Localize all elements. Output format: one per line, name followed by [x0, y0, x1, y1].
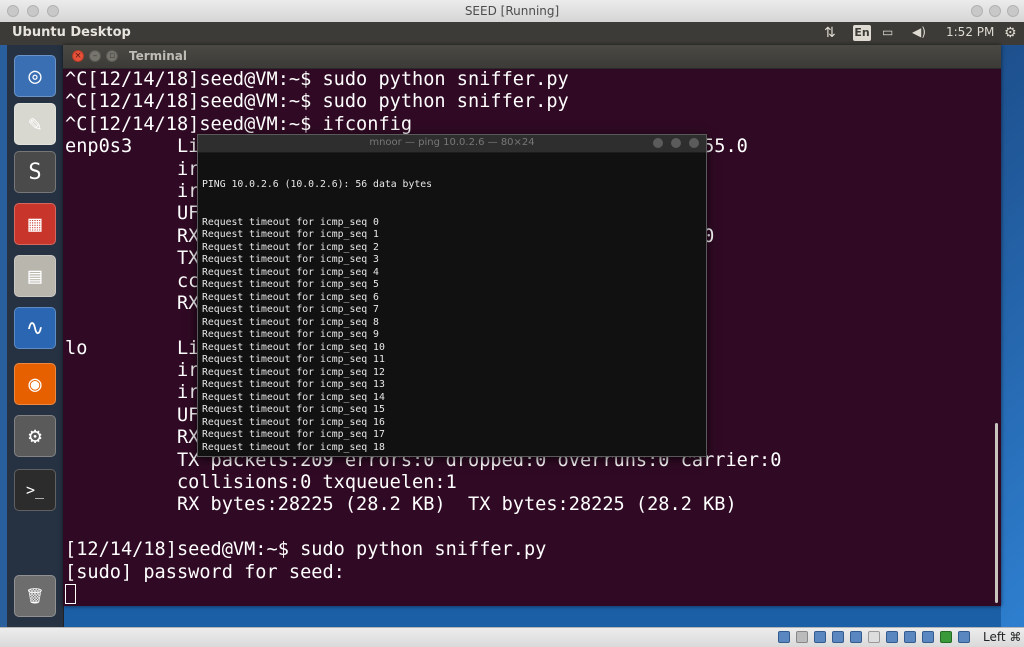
shared-folders-icon[interactable]: [868, 631, 880, 643]
terminal-line: ^C[12/14/18]seed@VM:~$ sudo python sniff…: [65, 91, 569, 113]
ping-header-line: PING 10.0.2.6 (10.0.2.6): 56 data bytes: [202, 179, 433, 190]
video-capture-icon[interactable]: [904, 631, 916, 643]
ping-line: Request timeout for icmp_seq 1: [202, 229, 379, 240]
ghex-icon[interactable]: ▦: [14, 203, 56, 245]
ping-line: Request timeout for icmp_seq 11: [202, 354, 385, 365]
keyboard-language-indicator[interactable]: En: [853, 25, 871, 41]
vm-window-title: SEED [Running]: [464, 4, 560, 18]
terminal-titlebar[interactable]: × – ▫ Terminal: [63, 45, 1001, 69]
vm-window-titlebar[interactable]: SEED [Running]: [0, 0, 1024, 23]
ping-line: Request timeout for icmp_seq 2: [202, 241, 379, 253]
ping-line: Request timeout for icmp_seq 18: [202, 441, 385, 453]
battery-icon[interactable]: ▭: [882, 25, 893, 39]
terminal-line: ^C[12/14/18]seed@VM:~$ sudo python sniff…: [65, 69, 569, 90]
panel-title: Ubuntu Desktop: [12, 25, 131, 40]
ping-line: Request timeout for icmp_seq 3: [202, 254, 379, 265]
terminal-icon[interactable]: >_: [14, 469, 56, 511]
ping-line: Request timeout for icmp_seq 16: [202, 416, 385, 428]
ping-line: Request timeout for icmp_seq 17: [202, 429, 385, 440]
terminal-title: Terminal: [129, 49, 188, 63]
terminal-scrollbar[interactable]: [995, 423, 998, 603]
ubuntu-dash-icon[interactable]: ◎: [14, 55, 56, 97]
session-gear-icon[interactable]: ⚙: [1004, 25, 1017, 41]
terminal-minimize-button[interactable]: –: [89, 50, 101, 62]
terminal-prompt-line: [65, 583, 985, 604]
volume-icon[interactable]: ◀): [912, 25, 926, 39]
desktop-background-left: [0, 45, 7, 627]
virtualization-icon[interactable]: [940, 631, 952, 643]
system-settings-icon[interactable]: ⚙: [14, 415, 56, 457]
cpu-icon[interactable]: [922, 631, 934, 643]
terminal-line: [12/14/18]seed@VM:~$ sudo python sniffer…: [65, 539, 547, 561]
optical-drive-icon[interactable]: [796, 631, 808, 643]
ping-minimize-button[interactable]: [653, 138, 663, 148]
ping-line: Request timeout for icmp_seq 6: [202, 291, 379, 303]
ping-lines: Request timeout for icmp_seq 0 Request ti…: [202, 217, 702, 455]
network-icon[interactable]: [832, 631, 844, 643]
ping-line: Request timeout for icmp_seq 10: [202, 341, 385, 353]
usb-icon[interactable]: [850, 631, 862, 643]
display-icon[interactable]: [886, 631, 898, 643]
terminal-line: ^C[12/14/18]seed@VM:~$ ifconfig: [65, 113, 413, 135]
host-key-label[interactable]: Left ⌘: [983, 630, 1021, 644]
wireshark-icon[interactable]: ∿: [14, 307, 56, 349]
vm-extra-button-1[interactable]: [971, 5, 983, 17]
ping-line: Request timeout for icmp_seq 8: [202, 316, 379, 328]
terminal-line: [sudo] password for seed:: [65, 561, 345, 583]
trash-icon[interactable]: 🗑: [14, 575, 56, 617]
ping-line: Request timeout for icmp_seq 12: [202, 366, 385, 378]
file-manager-icon[interactable]: ▤: [14, 255, 56, 297]
terminal-line: RX bytes:28225 (28.2 KB) TX bytes:28225 …: [65, 494, 737, 516]
ping-zoom-button[interactable]: [671, 138, 681, 148]
ping-line: Request timeout for icmp_seq 14: [202, 391, 385, 403]
ubuntu-top-panel: Ubuntu Desktop ⇅ En ▭ ◀) 1:52 PM ⚙: [0, 22, 1024, 45]
ping-window-title: mnoor — ping 10.0.2.6 — 80×24: [369, 137, 535, 148]
ping-line: Request timeout for icmp_seq 15: [202, 404, 385, 415]
ping-output[interactable]: PING 10.0.2.6 (10.0.2.6): 56 data bytes …: [202, 154, 702, 454]
vm-extra-button-2[interactable]: [989, 5, 1001, 17]
ping-line: Request timeout for icmp_seq 4: [202, 266, 379, 278]
vm-extra-button-3[interactable]: [1007, 5, 1019, 17]
clock[interactable]: 1:52 PM: [946, 25, 994, 39]
unity-launcher: ◎ ✎ S ▦ ▤ ∿ ◉ ⚙ >_ 🗑: [7, 45, 64, 627]
terminal-close-button[interactable]: ×: [72, 50, 84, 62]
sublime-text-icon[interactable]: S: [14, 151, 56, 193]
mouse-integration-icon[interactable]: [958, 631, 970, 643]
ping-line: Request timeout for icmp_seq 9: [202, 329, 379, 340]
ping-terminal-window[interactable]: mnoor — ping 10.0.2.6 — 80×24 PING 10.0.…: [197, 134, 707, 457]
hard-disk-icon[interactable]: [778, 631, 790, 643]
vm-status-bar: Left ⌘: [0, 627, 1024, 647]
firefox-icon[interactable]: ◉: [14, 363, 56, 405]
desktop-background-right: [1001, 45, 1024, 627]
ping-close-button[interactable]: [689, 138, 699, 148]
audio-icon[interactable]: [814, 631, 826, 643]
network-transfer-icon[interactable]: ⇅: [824, 25, 836, 41]
text-editor-icon[interactable]: ✎: [14, 103, 56, 145]
terminal-line: collisions:0 txqueuelen:1: [65, 472, 457, 494]
ping-line: Request timeout for icmp_seq 7: [202, 304, 379, 315]
terminal-maximize-button[interactable]: ▫: [106, 50, 118, 62]
ping-line: Request timeout for icmp_seq 13: [202, 379, 385, 390]
ping-line: Request timeout for icmp_seq 0: [202, 216, 379, 228]
terminal-cursor: [65, 583, 76, 604]
ping-line: Request timeout for icmp_seq 5: [202, 279, 379, 290]
ping-titlebar[interactable]: mnoor — ping 10.0.2.6 — 80×24: [198, 135, 706, 153]
